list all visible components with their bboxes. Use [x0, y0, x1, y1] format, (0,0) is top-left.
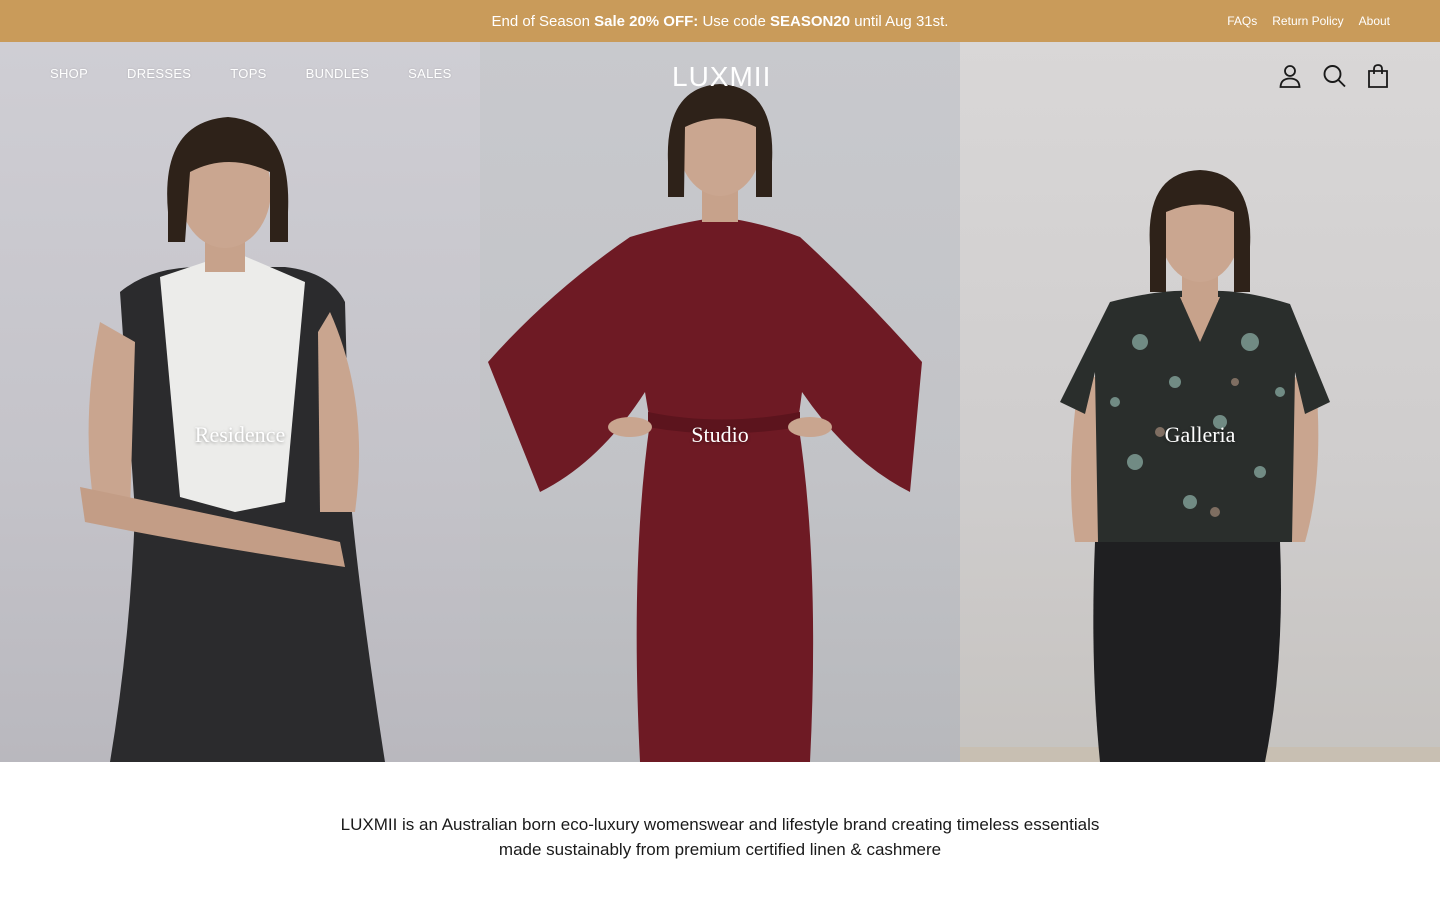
- collection-residence[interactable]: Residence: [0, 42, 480, 762]
- utility-links: FAQs Return Policy About: [1227, 0, 1390, 42]
- nav-item-sales[interactable]: SALES: [408, 66, 451, 81]
- tagline-line-1: LUXMII is an Australian born eco-luxury …: [340, 815, 1100, 834]
- nav-item-tops[interactable]: TOPS: [230, 66, 266, 81]
- return-policy-link[interactable]: Return Policy: [1272, 14, 1343, 28]
- tagline-line-2: made sustainably from premium certified …: [498, 840, 942, 859]
- announcement-message: End of Season Sale 20% OFF: Use code SEA…: [492, 13, 949, 30]
- announcement-suffix: until Aug 31st.: [850, 12, 949, 30]
- search-icon[interactable]: [1322, 63, 1346, 89]
- announcement-bar: End of Season Sale 20% OFF: Use code SEA…: [0, 0, 1440, 42]
- residence-model-image: [80, 117, 385, 762]
- nav-item-dresses[interactable]: DRESSES: [127, 66, 191, 81]
- collection-label-residence[interactable]: Residence: [0, 422, 480, 448]
- collection-galleria[interactable]: Galleria: [960, 42, 1440, 762]
- nav-item-bundles[interactable]: BUNDLES: [306, 66, 370, 81]
- main-nav: SHOP DRESSES TOPS BUNDLES SALES: [50, 66, 491, 81]
- brand-tagline: LUXMII is an Australian born eco-luxury …: [0, 812, 1440, 862]
- account-icon[interactable]: [1278, 63, 1302, 89]
- nav-item-shop[interactable]: SHOP: [50, 66, 88, 81]
- brand-logo[interactable]: LUXMII: [672, 60, 770, 94]
- galleria-model-image: [960, 170, 1440, 762]
- announcement-code: SEASON20: [770, 12, 851, 30]
- announcement-sale-text: Sale 20% OFF:: [594, 12, 699, 30]
- about-link[interactable]: About: [1359, 14, 1390, 28]
- faqs-link[interactable]: FAQs: [1227, 14, 1257, 28]
- cart-icon[interactable]: [1366, 63, 1390, 89]
- announcement-middle: Use code: [698, 12, 771, 30]
- collection-studio[interactable]: Studio: [480, 42, 960, 762]
- collection-label-galleria[interactable]: Galleria: [960, 422, 1440, 448]
- hero-collections: Residence Studio Galleria: [0, 42, 1440, 762]
- header-icons: [1278, 63, 1390, 89]
- studio-model-image: [488, 84, 922, 762]
- announcement-prefix: End of Season: [491, 12, 595, 30]
- collection-label-studio[interactable]: Studio: [480, 422, 960, 448]
